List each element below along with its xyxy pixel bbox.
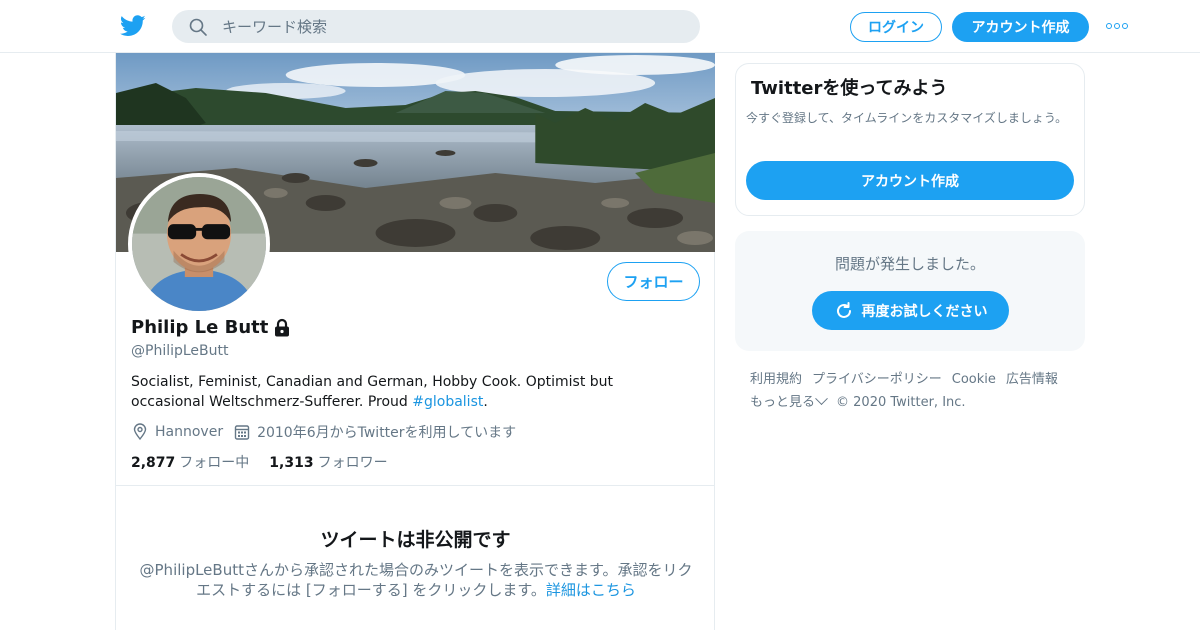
error-message: 問題が発生しました。 bbox=[834, 255, 985, 273]
followers-label: フォロワー bbox=[317, 455, 388, 471]
profile-stats: 2,877 フォロー中 1,313 フォロワー bbox=[131, 452, 388, 472]
join-twitter-card: Twitterを使ってみよう 今すぐ登録して、タイムラインをカスタマイズしましょ… bbox=[735, 63, 1085, 216]
profile-avatar[interactable] bbox=[128, 173, 270, 315]
retry-button[interactable]: 再度お試しください bbox=[812, 291, 1009, 330]
following-stat[interactable]: 2,877 フォロー中 bbox=[131, 452, 249, 472]
learn-more-link[interactable]: 詳細はこちら bbox=[546, 581, 636, 599]
profile-join-date: 2010年6月からTwitterを利用しています bbox=[233, 422, 516, 442]
profile-meta: Hannover 2010年6月からTwitterを利用しています bbox=[131, 422, 526, 442]
join-date-text: 2010年6月からTwitterを利用しています bbox=[257, 425, 517, 441]
bio-hashtag-link[interactable]: #globalist bbox=[412, 394, 483, 410]
top-navigation-bar: ログイン アカウント作成 bbox=[0, 0, 1200, 53]
retry-label: 再度お試しください bbox=[861, 303, 988, 320]
bio-end: . bbox=[483, 394, 488, 410]
error-card: 問題が発生しました。 再度お試しください bbox=[735, 231, 1085, 351]
footer-link-terms[interactable]: 利用規約 bbox=[750, 372, 802, 387]
following-count: 2,877 bbox=[131, 455, 176, 471]
followers-count: 1,313 bbox=[269, 455, 314, 471]
location-pin-icon bbox=[133, 423, 147, 441]
footer-links: 利用規約 プライバシーポリシー Cookie 広告情報 もっと見る © 2020 Twi… bbox=[750, 368, 1080, 414]
search-input[interactable] bbox=[222, 10, 682, 43]
twitter-bird-icon[interactable] bbox=[120, 14, 146, 38]
location-text: Hannover bbox=[155, 424, 224, 440]
refresh-icon bbox=[836, 301, 851, 318]
more-options-icon[interactable] bbox=[1106, 20, 1130, 32]
search-icon bbox=[189, 18, 207, 36]
footer-more-link[interactable]: もっと見る bbox=[750, 395, 815, 410]
section-divider bbox=[116, 485, 715, 486]
chevron-down-icon[interactable] bbox=[815, 392, 828, 406]
followers-stat[interactable]: 1,313 フォロワー bbox=[269, 452, 387, 472]
profile-location: Hannover bbox=[131, 423, 223, 441]
profile-bio: Socialist, Feminist, Canadian and German… bbox=[131, 372, 691, 412]
profile-column: フォロー Philip Le Butt @PhilipLeButt Social… bbox=[115, 53, 715, 630]
signup-button[interactable]: アカウント作成 bbox=[952, 12, 1089, 42]
join-card-title: Twitterを使ってみよう bbox=[751, 78, 948, 99]
join-card-text: 今すぐ登録して、タイムラインをカスタマイズしましょう。 bbox=[746, 111, 1068, 125]
protected-tweets-title: ツイートは非公開です bbox=[320, 529, 511, 551]
calendar-icon bbox=[234, 425, 250, 440]
profile-handle: @PhilipLeButt bbox=[131, 343, 229, 359]
protected-tweets-message: @PhilipLeButtさんから承認された場合のみツイートを表示できます。承認… bbox=[136, 560, 696, 600]
footer-copyright: © 2020 Twitter, Inc. bbox=[836, 395, 966, 410]
bio-text: Socialist, Feminist, Canadian and German… bbox=[131, 374, 614, 410]
follow-button[interactable]: フォロー bbox=[607, 262, 700, 301]
login-button[interactable]: ログイン bbox=[850, 12, 942, 42]
create-account-button[interactable]: アカウント作成 bbox=[746, 161, 1074, 200]
profile-name: Philip Le Butt bbox=[131, 317, 269, 338]
following-label: フォロー中 bbox=[179, 455, 250, 471]
footer-link-ads[interactable]: 広告情報 bbox=[1006, 372, 1058, 387]
footer-link-cookie[interactable]: Cookie bbox=[952, 372, 996, 387]
profile-name-row: Philip Le Butt bbox=[131, 317, 292, 338]
footer-link-privacy[interactable]: プライバシーポリシー bbox=[812, 372, 942, 387]
lock-icon bbox=[275, 318, 290, 336]
search-box[interactable] bbox=[172, 10, 700, 43]
